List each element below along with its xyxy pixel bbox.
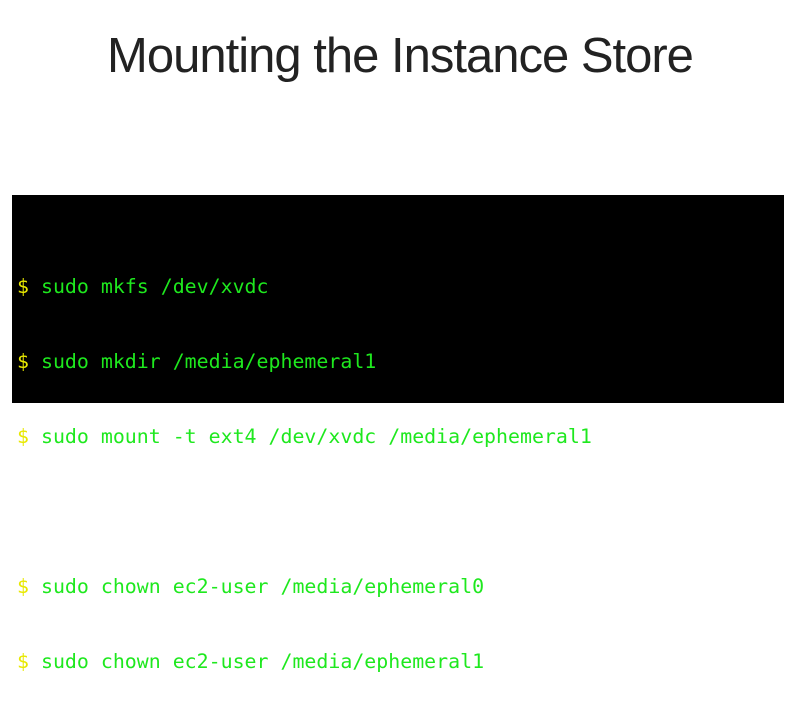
command-text: sudo mount -t ext4 /dev/xvdc /media/ephe… (40, 425, 592, 448)
prompt: $ (17, 650, 29, 673)
command-line: $ sudo mkdir /media/ephemeral1 (17, 349, 592, 374)
command-line: $ sudo mount -t ext4 /dev/xvdc /media/ep… (17, 424, 592, 449)
command-line: $ sudo chown ec2-user /media/ephemeral0 (17, 574, 592, 599)
command-line: $ sudo mkfs /dev/xvdc (17, 274, 592, 299)
command-text: sudo chown ec2-user /media/ephemeral0 (40, 575, 485, 598)
prompt: $ (17, 425, 29, 448)
prompt: $ (17, 350, 29, 373)
terminal-block: $ sudo mkfs /dev/xvdc $ sudo mkdir /medi… (12, 195, 784, 673)
prompt: $ (17, 575, 29, 598)
prompt: $ (17, 275, 29, 298)
command-line: $ sudo chown ec2-user /media/ephemeral1 (17, 649, 592, 674)
command-text: sudo chown ec2-user /media/ephemeral1 (40, 650, 485, 673)
command-text: sudo mkdir /media/ephemeral1 (40, 350, 377, 373)
command-text: sudo mkfs /dev/xvdc (40, 275, 269, 298)
slide-title: Mounting the Instance Store (107, 29, 694, 83)
